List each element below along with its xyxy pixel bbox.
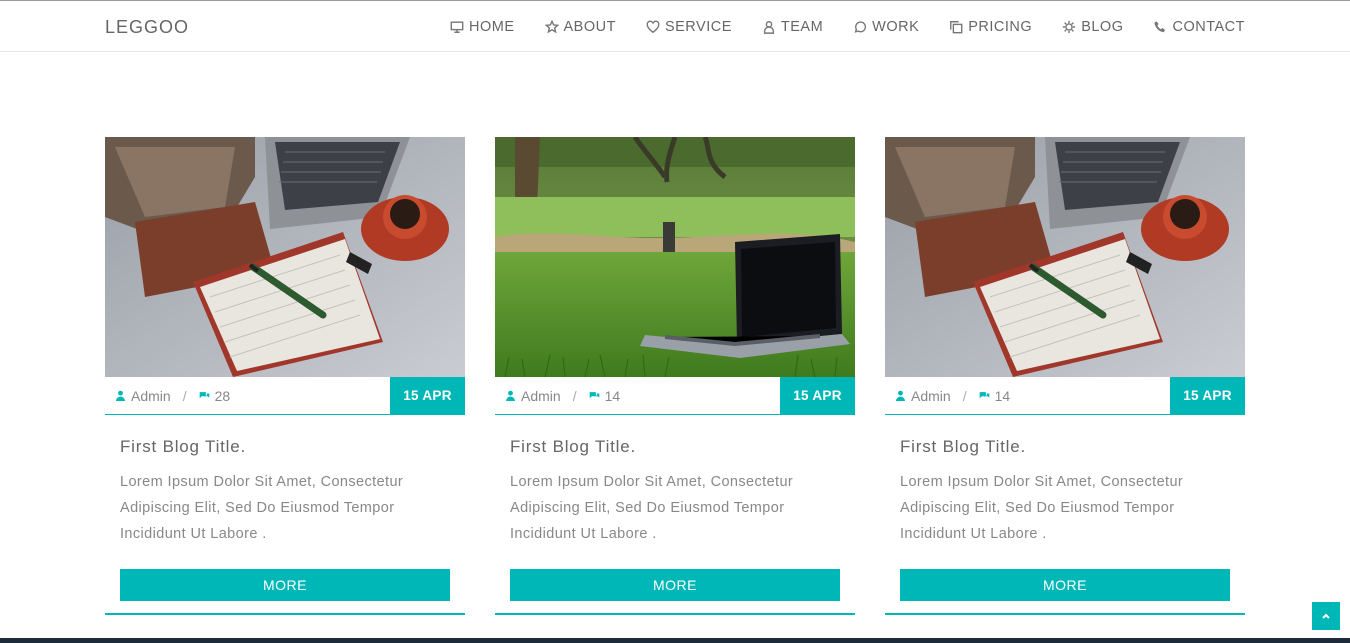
nav-work[interactable]: WORK: [853, 19, 919, 35]
monitor-icon: [450, 20, 464, 34]
desk-notebook-coffee-photo[interactable]: [885, 137, 1245, 377]
post-title[interactable]: First Blog Title.: [120, 437, 450, 457]
post-comments-count[interactable]: 28: [215, 388, 231, 404]
chat-bubble-icon: [853, 20, 867, 34]
comments-icon: [199, 392, 209, 399]
scroll-to-top-button[interactable]: [1312, 602, 1340, 630]
gear-icon: [1062, 20, 1076, 34]
more-button[interactable]: MORE: [510, 569, 840, 601]
blog-card: Admin / 14 15 APR First Blog Title. Lore…: [495, 137, 855, 615]
post-author[interactable]: Admin: [911, 388, 951, 404]
footer-edge: [0, 638, 1350, 643]
chevron-up-icon: [1322, 613, 1330, 619]
post-date-badge: 15 APR: [780, 376, 855, 415]
nav-pricing-label: PRICING: [968, 18, 1033, 35]
navbar: LEGGOO HOME ABOUT SERVICE TEAM WORK PRIC…: [0, 1, 1350, 52]
copy-icon: [949, 20, 963, 34]
post-meta: Admin / 14 15 APR: [495, 376, 855, 415]
meta-separator: /: [182, 387, 187, 404]
nav-blog[interactable]: BLOG: [1062, 19, 1123, 35]
post-meta: Admin / 14 15 APR: [885, 376, 1245, 415]
blog-cards: Admin / 28 15 APR First Blog Title. Lore…: [105, 137, 1245, 615]
nav-home[interactable]: HOME: [450, 19, 515, 35]
nav-team-label: TEAM: [780, 18, 824, 35]
star-icon: [544, 19, 559, 34]
user-icon: [116, 390, 125, 401]
nav-contact[interactable]: CONTACT: [1153, 19, 1245, 35]
more-button[interactable]: MORE: [120, 569, 450, 601]
post-title[interactable]: First Blog Title.: [510, 437, 840, 457]
post-description: Lorem Ipsum Dolor Sit Amet, Consectetur …: [120, 474, 404, 542]
user-icon: [762, 20, 776, 34]
laptop-on-grass-photo[interactable]: [495, 137, 855, 377]
phone-icon: [1153, 20, 1167, 34]
nav-team[interactable]: TEAM: [762, 19, 823, 35]
nav-service[interactable]: SERVICE: [646, 19, 732, 35]
post-description: Lorem Ipsum Dolor Sit Amet, Consectetur …: [900, 474, 1184, 542]
user-icon: [896, 390, 905, 401]
heart-icon: [646, 20, 660, 34]
main-nav: HOME ABOUT SERVICE TEAM WORK PRICING BLO…: [420, 1, 1245, 52]
nav-about[interactable]: ABOUT: [544, 18, 616, 35]
post-comments-count[interactable]: 14: [995, 388, 1011, 404]
nav-blog-label: BLOG: [1081, 18, 1124, 35]
post-comments-count[interactable]: 14: [605, 388, 621, 404]
nav-about-label: ABOUT: [563, 18, 616, 35]
brand-logo[interactable]: LEGGOO: [105, 17, 189, 38]
comments-icon: [589, 392, 599, 399]
meta-separator: /: [962, 387, 967, 404]
desk-notebook-coffee-photo[interactable]: [105, 137, 465, 377]
post-meta-info: Admin / 28: [105, 388, 230, 404]
post-title[interactable]: First Blog Title.: [900, 437, 1230, 457]
post-meta-info: Admin / 14: [495, 388, 620, 404]
blog-card: Admin / 14 15 APR First Blog Title. Lore…: [885, 137, 1245, 615]
meta-separator: /: [572, 387, 577, 404]
nav-work-label: WORK: [872, 18, 920, 35]
nav-home-label: HOME: [469, 18, 515, 35]
nav-contact-label: CONTACT: [1172, 18, 1245, 35]
more-button[interactable]: MORE: [900, 569, 1230, 601]
comments-icon: [979, 392, 989, 399]
post-date-badge: 15 APR: [390, 376, 465, 415]
user-icon: [506, 390, 515, 401]
nav-service-label: SERVICE: [664, 18, 732, 35]
post-meta-info: Admin / 14: [885, 388, 1010, 404]
post-meta: Admin / 28 15 APR: [105, 376, 465, 415]
post-author[interactable]: Admin: [131, 388, 171, 404]
post-description: Lorem Ipsum Dolor Sit Amet, Consectetur …: [510, 474, 794, 542]
nav-pricing[interactable]: PRICING: [949, 19, 1032, 35]
post-author[interactable]: Admin: [521, 388, 561, 404]
blog-card: Admin / 28 15 APR First Blog Title. Lore…: [105, 137, 465, 615]
post-date-badge: 15 APR: [1170, 376, 1245, 415]
